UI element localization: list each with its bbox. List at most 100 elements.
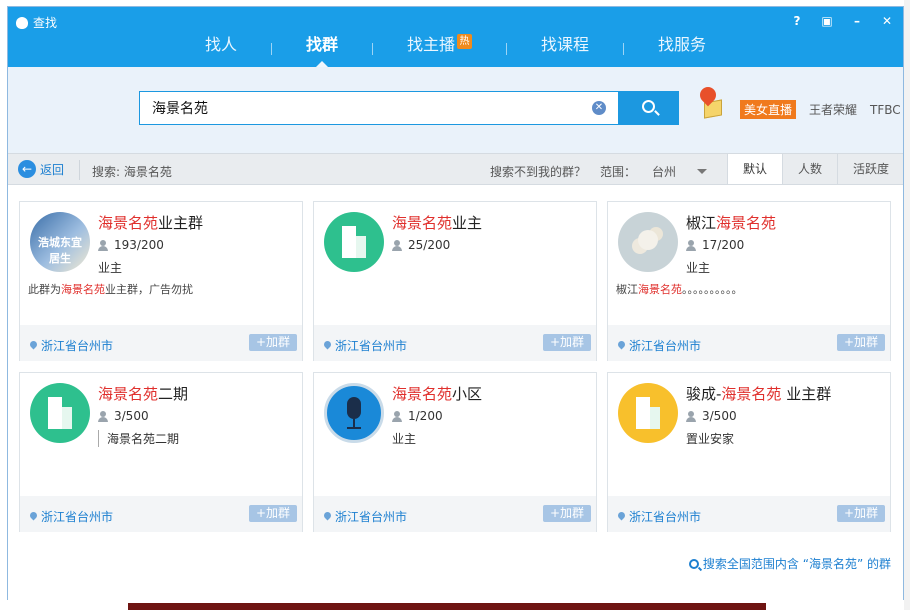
members-icon: [98, 410, 110, 422]
group-description: 椒江海景名苑。。。。。。。。。。: [616, 281, 743, 297]
search-input[interactable]: [140, 92, 580, 124]
building-icon: [636, 397, 660, 429]
building-icon: [342, 226, 366, 258]
back-label: 返回: [40, 162, 65, 177]
desc-highlight: 海景名苑: [61, 283, 105, 296]
group-name[interactable]: 海景名苑业主: [392, 212, 482, 233]
hot-link-honor-of-kings[interactable]: 王者荣耀: [809, 101, 857, 118]
search-query-label: 搜索: 海景名苑: [92, 165, 172, 179]
chevron-down-icon[interactable]: [697, 169, 707, 174]
location-pin-icon: [618, 341, 625, 351]
tab-find-services[interactable]: 找服务: [624, 30, 740, 67]
member-count: 25/200: [392, 238, 450, 252]
not-found-link[interactable]: 搜索不到我的群？: [490, 163, 586, 180]
tab-find-streamers[interactable]: 找主播热: [373, 30, 506, 67]
background-window-edge: [904, 0, 910, 610]
join-group-button[interactable]: +加群: [837, 505, 885, 522]
search-button[interactable]: [619, 91, 679, 125]
group-card[interactable]: 海景名苑业主 25/200 浙江省台州市 +加群: [313, 201, 597, 361]
group-name[interactable]: 海景名苑业主群: [98, 212, 203, 233]
desc-post: 业主群，广告勿扰: [105, 283, 193, 296]
avatar-caption: 浩城东宜居生: [38, 236, 82, 265]
join-group-button[interactable]: +加群: [249, 334, 297, 351]
group-card[interactable]: 骏成-海景名苑 业主群 3/500 置业安家 浙江省台州市 +加群: [607, 372, 891, 532]
location-pin-icon: [618, 512, 625, 522]
card-footer: 浙江省台州市 +加群: [608, 325, 890, 361]
main-tabs: 找人 找群 找主播热 找课程 找服务: [8, 30, 903, 67]
members-icon: [686, 410, 698, 422]
search-nationwide-label: 搜索全国范围内含 “海景名苑” 的群: [702, 557, 891, 571]
location-pin-icon: [30, 512, 37, 522]
group-name[interactable]: 椒江海景名苑: [686, 212, 776, 233]
group-name-pre: 椒江: [686, 214, 717, 232]
search-icon: [688, 558, 699, 569]
join-group-button[interactable]: +加群: [837, 334, 885, 351]
group-avatar: [618, 212, 678, 272]
tab-label: 找课程: [541, 35, 590, 54]
hot-link-beauty-live[interactable]: 美女直播: [740, 100, 797, 119]
group-location: 浙江省台州市: [324, 508, 407, 525]
feedback-icon[interactable]: ?: [789, 13, 805, 29]
desc-pre: 此群为: [28, 283, 61, 296]
hot-link-tfbc[interactable]: TFBC: [870, 103, 901, 117]
group-name-highlight: 海景名苑: [98, 214, 159, 232]
group-tag: 置业安家: [686, 432, 735, 446]
hot-badge: 热: [457, 34, 472, 49]
member-count-value: 1/200: [408, 409, 443, 423]
group-tag: 业主: [392, 432, 417, 446]
sort-members[interactable]: 人数: [782, 154, 837, 184]
join-group-button[interactable]: +加群: [543, 505, 591, 522]
tab-find-courses[interactable]: 找课程: [507, 30, 623, 67]
group-name[interactable]: 海景名苑小区: [392, 383, 482, 404]
member-count-value: 193/200: [114, 238, 164, 252]
location-text: 浙江省台州市: [41, 339, 114, 353]
group-card[interactable]: 海景名苑小区 1/200 业主 浙江省台州市 +加群: [313, 372, 597, 532]
group-name-highlight: 海景名苑: [98, 385, 159, 403]
card-footer: 浙江省台州市 +加群: [20, 325, 302, 361]
search-box: ✕: [139, 91, 619, 125]
desc-pre: 椒江: [616, 283, 638, 296]
group-name-rest: 二期: [158, 385, 189, 403]
map-location-icon[interactable]: [696, 83, 724, 121]
group-card[interactable]: 海景名苑二期 3/500 海景名苑二期 浙江省台州市 +加群: [19, 372, 303, 532]
group-location: 浙江省台州市: [324, 337, 407, 354]
member-count: 1/200: [392, 409, 443, 423]
join-group-button[interactable]: +加群: [249, 505, 297, 522]
back-button[interactable]: ← 返回: [18, 160, 64, 178]
card-footer: 浙江省台州市 +加群: [608, 496, 890, 532]
group-card[interactable]: 浩城东宜居生 海景名苑业主群 193/200 业主 此群为海景名苑业主群，广告勿…: [19, 201, 303, 361]
group-tag: 业主: [98, 261, 123, 275]
members-icon: [98, 239, 110, 251]
member-count: 193/200: [98, 238, 164, 252]
pin-icon[interactable]: ▣: [819, 13, 835, 29]
window-controls: ? ▣ – ✕: [789, 13, 895, 29]
search-nationwide-link[interactable]: 搜索全国范围内含 “海景名苑” 的群: [688, 555, 891, 572]
close-icon[interactable]: ✕: [879, 13, 895, 29]
microphone-base: [347, 427, 361, 429]
app-title: 查找: [16, 14, 57, 31]
location-pin-icon: [324, 512, 331, 522]
card-footer: 浙江省台州市 +加群: [314, 325, 596, 361]
desc-post: 。。。。。。。。。。: [682, 283, 743, 296]
location-text: 浙江省台州市: [41, 510, 114, 524]
location-text: 浙江省台州市: [335, 510, 408, 524]
group-location: 浙江省台州市: [618, 508, 701, 525]
group-name[interactable]: 海景名苑二期: [98, 383, 188, 404]
sort-activity[interactable]: 活跃度: [837, 154, 904, 184]
group-name[interactable]: 骏成-海景名苑 业主群: [686, 383, 831, 404]
range-label: 范围：: [600, 165, 637, 179]
group-card[interactable]: 椒江海景名苑 17/200 业主 椒江海景名苑。。。。。。。。。。 浙江省台州市…: [607, 201, 891, 361]
tab-find-groups[interactable]: 找群: [272, 30, 372, 67]
minimize-icon[interactable]: –: [849, 13, 865, 29]
tab-find-people[interactable]: 找人: [171, 30, 271, 67]
clear-icon[interactable]: ✕: [592, 101, 606, 115]
results-grid: 浩城东宜居生 海景名苑业主群 193/200 业主 此群为海景名苑业主群，广告勿…: [8, 185, 903, 600]
group-avatar: [618, 383, 678, 443]
join-group-button[interactable]: +加群: [543, 334, 591, 351]
sort-default[interactable]: 默认: [727, 154, 782, 184]
desc-highlight: 海景名苑: [638, 283, 682, 296]
filter-bar: ← 返回 搜索: 海景名苑 搜索不到我的群？ 范围： 台州 默认 人数 活跃度: [8, 153, 903, 185]
search-area: ✕ 美女直播 王者荣耀 TFBC: [8, 67, 903, 153]
group-name-highlight: 海景名苑: [392, 385, 453, 403]
city-dropdown[interactable]: 台州: [652, 163, 676, 180]
